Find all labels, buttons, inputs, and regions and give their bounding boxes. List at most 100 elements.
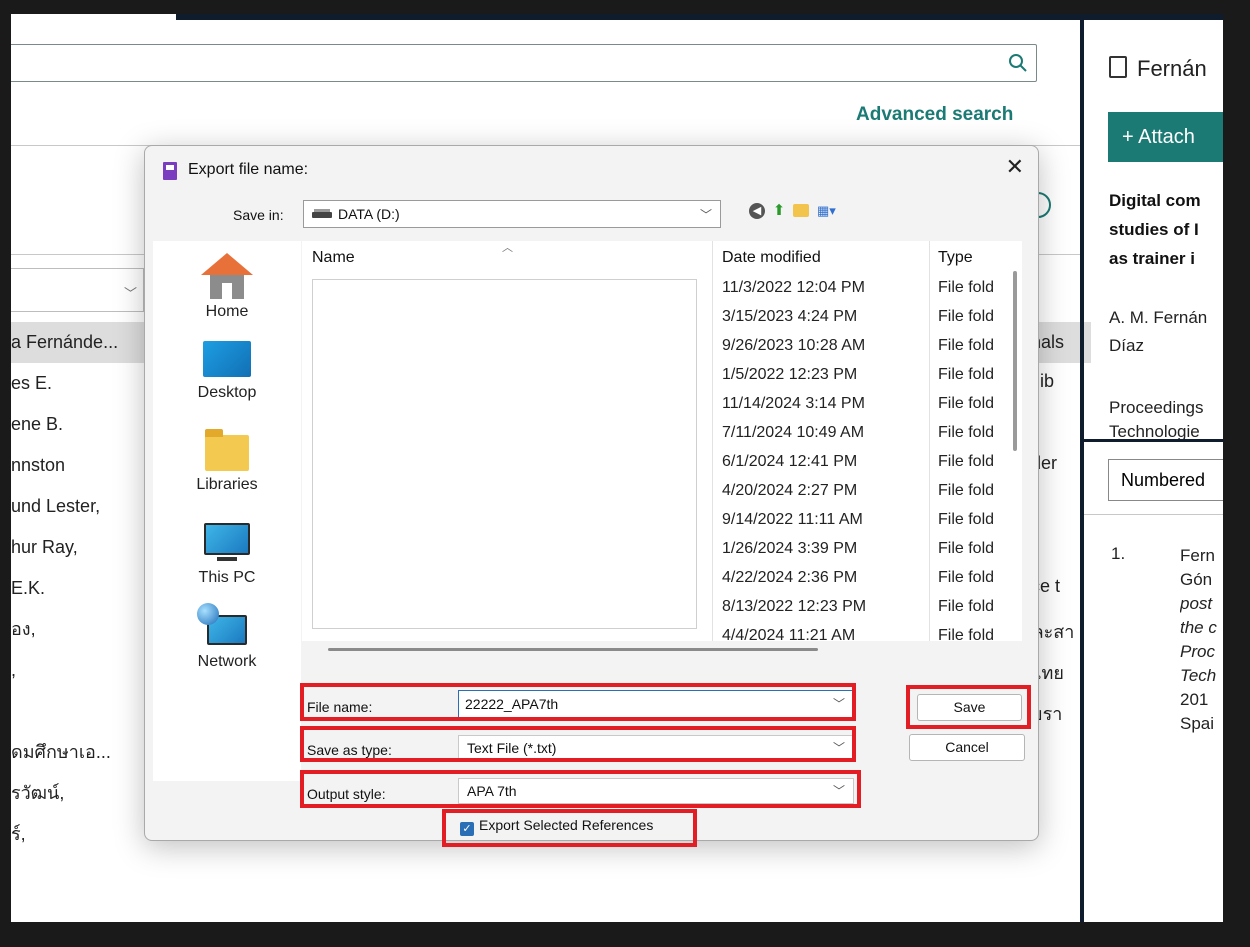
top-bar <box>11 14 1223 20</box>
author-row[interactable]: , <box>11 650 151 691</box>
close-icon[interactable]: ✕ <box>1006 154 1024 180</box>
column-header-date[interactable]: Date modified <box>722 249 821 267</box>
file-row-date[interactable]: 3/15/2023 4:24 PM <box>722 308 857 326</box>
back-icon[interactable]: ◀ <box>749 203 765 219</box>
clipboard-icon <box>1109 56 1127 78</box>
author-row[interactable]: รวัฒน์, <box>11 773 151 814</box>
file-row-type[interactable]: File fold <box>938 453 994 471</box>
search-icon[interactable] <box>1008 53 1028 73</box>
active-tab-indicator <box>11 14 176 20</box>
panel-separator <box>1084 439 1223 442</box>
new-folder-icon[interactable] <box>793 204 809 217</box>
file-row-type[interactable]: File fold <box>938 569 994 587</box>
file-row-type[interactable]: File fold <box>938 337 994 355</box>
author-row[interactable]: es E. <box>11 363 151 404</box>
column-header-type[interactable]: Type <box>938 249 973 267</box>
view-menu-icon[interactable]: ▦▾ <box>817 203 843 219</box>
save-in-label: Save in: <box>233 207 284 223</box>
highlight-export-selected <box>442 809 697 847</box>
file-row-type[interactable]: File fold <box>938 598 994 616</box>
places-bar: Home Desktop Libraries This PC Network <box>153 241 301 781</box>
highlight-output-style <box>300 770 861 808</box>
author-row[interactable]: E.K. <box>11 568 151 609</box>
file-row-date[interactable]: 6/1/2024 12:41 PM <box>722 453 857 471</box>
file-row-date[interactable]: 8/13/2022 12:23 PM <box>722 598 866 616</box>
place-network[interactable]: Network <box>153 603 301 671</box>
vertical-scrollbar[interactable] <box>1013 271 1017 451</box>
file-row-type[interactable]: File fold <box>938 366 994 384</box>
file-row-type[interactable]: File fold <box>938 395 994 413</box>
file-list: Name ︿ Date modified Type 11/3/2022 12:0… <box>302 241 1022 651</box>
author-row[interactable]: อง, <box>11 609 151 650</box>
author-row[interactable]: a Fernánde... <box>11 322 151 363</box>
highlight-file-name <box>300 683 856 721</box>
divider <box>1084 514 1223 515</box>
highlight-save-button <box>906 685 1031 729</box>
place-this-pc[interactable]: This PC <box>153 523 301 587</box>
file-row-date[interactable]: 9/26/2023 10:28 AM <box>722 337 865 355</box>
advanced-search-link[interactable]: Advanced search <box>856 104 1013 126</box>
name-column-area <box>312 279 697 629</box>
place-label: This PC <box>198 569 256 586</box>
save-in-select[interactable]: DATA (D:) ﹀ <box>303 200 721 228</box>
computer-icon <box>204 523 250 555</box>
file-row-date[interactable]: 4/20/2024 2:27 PM <box>722 482 857 500</box>
file-row-type[interactable]: File fold <box>938 540 994 558</box>
place-desktop[interactable]: Desktop <box>153 341 301 402</box>
file-row-date[interactable]: 11/14/2024 3:14 PM <box>722 395 865 413</box>
column-separator <box>712 241 713 641</box>
cancel-button[interactable]: Cancel <box>909 734 1025 761</box>
author-list: a Fernánde... es E. ene B. nnston und Lester… <box>11 322 151 855</box>
drive-icon <box>312 209 332 218</box>
author-row[interactable]: ร์, <box>11 814 151 855</box>
file-row-date[interactable]: 4/4/2024 11:21 AM <box>722 627 855 645</box>
reference-authors: A. M. Fernán Díaz <box>1109 308 1208 355</box>
chevron-down-icon: ﹀ <box>123 286 137 301</box>
reference-proceedings: Proceedings Technologie <box>1109 398 1204 440</box>
author-row[interactable]: und Lester, <box>11 486 151 527</box>
place-label: Home <box>205 303 249 320</box>
app-window: Advanced search ﹀ a Fernánde... es E. ene … <box>11 14 1223 922</box>
chevron-down-icon: ﹀ <box>699 208 712 222</box>
file-row-date[interactable]: 7/11/2024 10:49 AM <box>722 424 864 442</box>
highlight-save-as-type <box>300 726 856 762</box>
file-row-type[interactable]: File fold <box>938 279 994 297</box>
file-row-date[interactable]: 9/14/2022 11:11 AM <box>722 511 863 529</box>
dialog-title: Export file name: <box>188 161 309 178</box>
attach-button[interactable]: + Attach <box>1108 112 1223 162</box>
place-home[interactable]: Home <box>153 253 301 321</box>
network-icon <box>197 603 247 645</box>
author-row[interactable]: ene B. <box>11 404 151 445</box>
sort-ascending-icon: ︿ <box>502 242 513 254</box>
place-label: Libraries <box>196 476 258 493</box>
file-row-date[interactable]: 4/22/2024 2:36 PM <box>722 569 857 587</box>
file-row-type[interactable]: File fold <box>938 482 994 500</box>
column-separator <box>929 241 930 641</box>
file-row-date[interactable]: 1/26/2024 3:39 PM <box>722 540 857 558</box>
author-row[interactable]: ดมศึกษาเอ... <box>11 732 151 773</box>
place-label: Desktop <box>197 384 257 401</box>
file-row-date[interactable]: 1/5/2022 12:23 PM <box>722 366 857 384</box>
citation-text: Fern Gón post the c Proc Tech 201 Spai <box>1180 546 1217 733</box>
up-folder-icon[interactable]: ⬆ <box>771 203 787 219</box>
reference-heading: Digital com studies of I as trainer i <box>1109 191 1201 268</box>
filter-dropdown[interactable]: ﹀ <box>11 268 144 312</box>
column-header-name[interactable]: Name <box>312 249 355 267</box>
search-input[interactable] <box>11 44 1037 82</box>
reference-title: Fernán <box>1109 56 1207 82</box>
export-dialog: Export file name: ✕ Save in: DATA (D:) ﹀… <box>144 145 1039 847</box>
file-row-date[interactable]: 11/3/2022 12:04 PM <box>722 279 865 297</box>
file-row-type[interactable]: File fold <box>938 424 994 442</box>
author-row[interactable]: nnston <box>11 445 151 486</box>
file-row-type[interactable]: File fold <box>938 308 994 326</box>
home-icon-body <box>210 275 244 299</box>
place-libraries[interactable]: Libraries <box>153 429 301 494</box>
computer-stand <box>217 557 237 561</box>
file-row-type[interactable]: File fold <box>938 511 994 529</box>
file-row-type[interactable]: File fold <box>938 627 994 645</box>
citation-style-select[interactable]: Numbered <box>1108 459 1223 501</box>
author-row[interactable] <box>11 691 151 732</box>
author-row[interactable]: hur Ray, <box>11 527 151 568</box>
horizontal-scrollbar[interactable] <box>328 648 818 651</box>
libraries-icon <box>205 429 249 471</box>
